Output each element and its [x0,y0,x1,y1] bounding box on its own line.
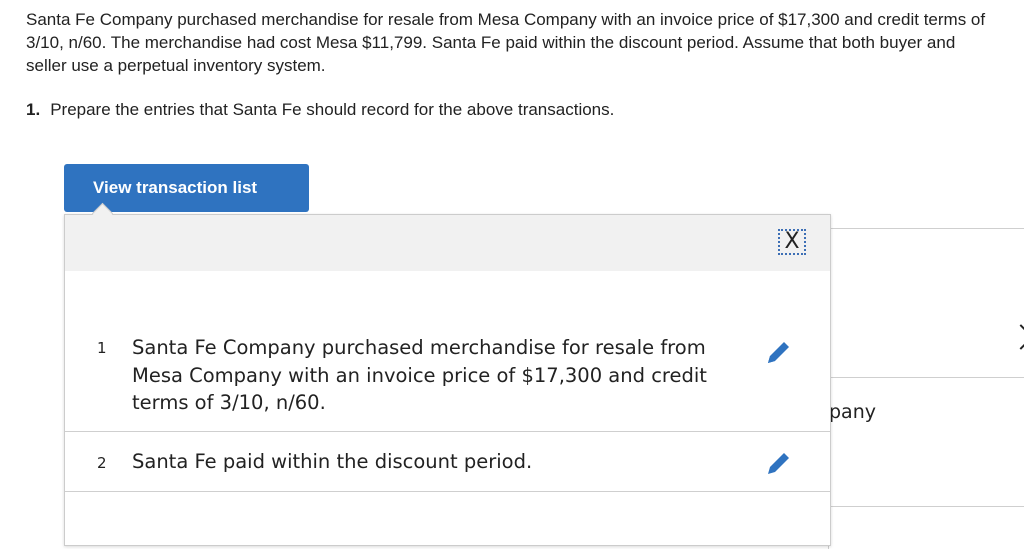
question-1: 1. Prepare the entries that Santa Fe shou… [26,100,614,120]
popup-header: X [65,215,830,271]
pencil-icon[interactable] [765,338,793,370]
transaction-number: 2 [97,454,107,472]
transaction-row: 1 Santa Fe Company purchased merchandise… [65,322,830,432]
background-input-box [820,377,1024,507]
problem-statement: Santa Fe Company purchased merchandise f… [26,10,986,75]
transaction-row: 2 Santa Fe paid within the discount peri… [65,432,830,492]
question-text: Prepare the entries that Santa Fe should… [50,100,615,119]
transaction-description: Santa Fe Company purchased merchandise f… [132,336,707,414]
transaction-description: Santa Fe paid within the discount period… [132,450,533,473]
transaction-number: 1 [97,339,107,357]
close-icon[interactable]: X [778,229,806,255]
pencil-icon[interactable] [765,449,793,481]
question-number: 1. [26,100,41,119]
background-partial-text: pany [829,401,876,423]
transaction-list-popup: X 1 Santa Fe Company purchased merchandi… [64,214,831,546]
